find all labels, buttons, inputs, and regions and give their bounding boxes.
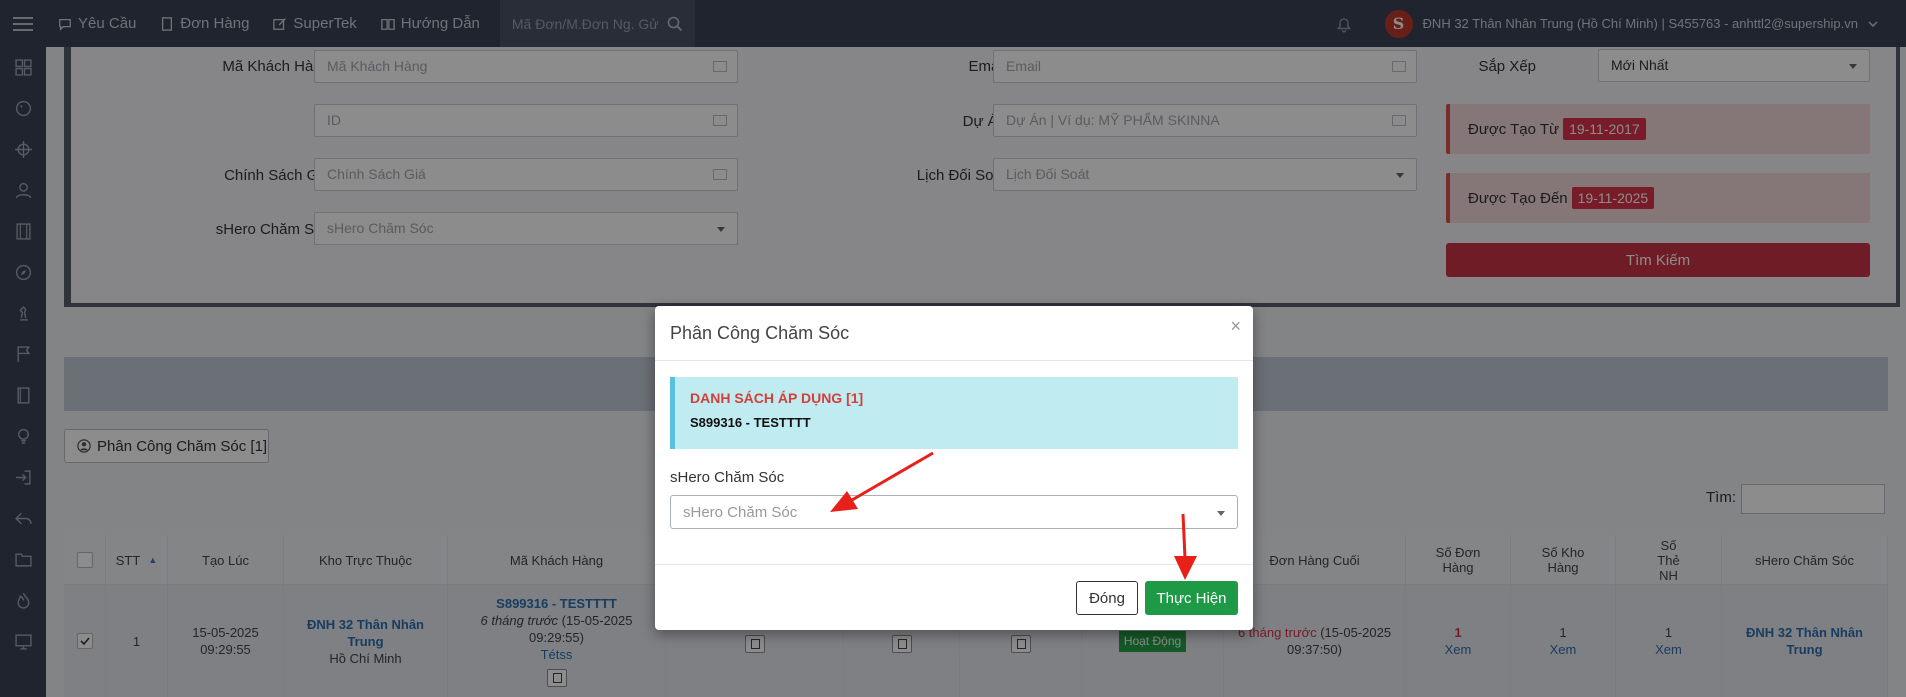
modal-footer-divider [655, 564, 1253, 565]
applied-list-item: S899316 - TESTTTT [690, 415, 811, 430]
applied-list-alert: DANH SÁCH ÁP DỤNG [1] S899316 - TESTTTT [670, 377, 1238, 449]
shero-select-placeholder: sHero Chăm Sóc [683, 504, 798, 521]
submit-button[interactable]: Thực Hiện [1145, 581, 1238, 615]
assign-care-modal: Phân Công Chăm Sóc × DANH SÁCH ÁP DỤNG [… [655, 306, 1253, 630]
modal-title: Phân Công Chăm Sóc [670, 323, 850, 343]
applied-list-title: DANH SÁCH ÁP DỤNG [1] [690, 390, 864, 406]
modal-divider [655, 360, 1253, 361]
caret-down-icon [1217, 511, 1225, 516]
shero-select-label: sHero Chăm Sóc [670, 469, 785, 486]
shero-select-dropdown[interactable]: sHero Chăm Sóc [670, 495, 1238, 529]
close-button[interactable]: Đóng [1076, 581, 1138, 615]
close-icon[interactable]: × [1230, 316, 1241, 337]
